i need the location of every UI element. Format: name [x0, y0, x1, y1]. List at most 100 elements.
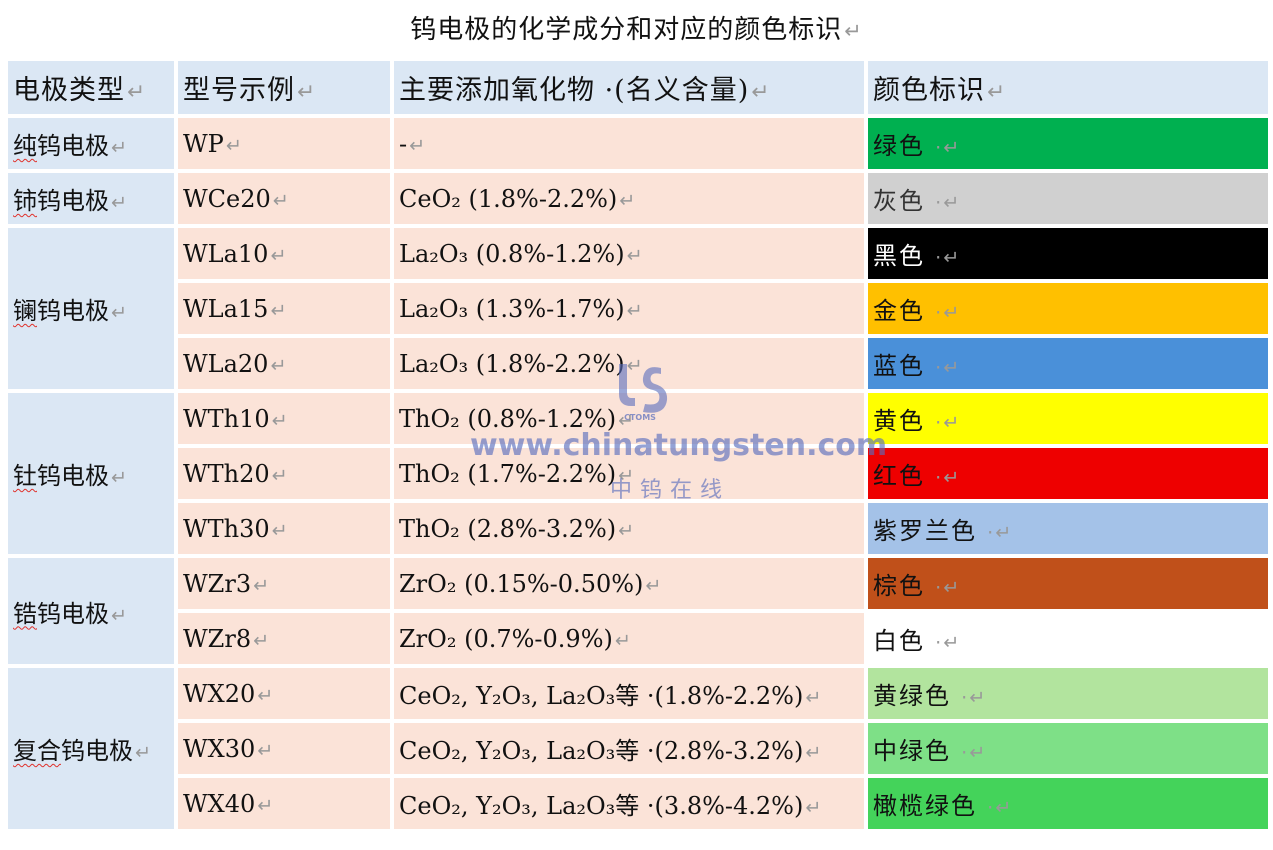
paragraph-mark-icon: ↵ [271, 463, 288, 487]
paragraph-mark-icon: ·↵ [927, 466, 962, 489]
composition-cell: CeO₂, Y₂O₃, La₂O₃等 ·(2.8%-3.2%) ↵ [394, 723, 864, 774]
model-cell: WZr3 ↵ [178, 558, 390, 609]
electrode-type-label: 锆钨电极 [13, 599, 109, 628]
paragraph-mark-icon: ↵ [225, 133, 242, 157]
paragraph-mark-icon: ↵ [270, 353, 287, 377]
paragraph-mark-icon: ↵ [111, 603, 128, 627]
color-id-cell: 红色 ·↵ [868, 448, 1268, 499]
table-row: 复合钨电极 ↵ WX20 ↵ CeO₂, Y₂O₃, La₂O₃等 ·(1.8%-2.2… [8, 668, 1268, 829]
color-name-label: 绿色 [873, 132, 925, 160]
header-row: 电极类型↵ 型号示例↵ 主要添加氧化物 ·(名义含量)↵ 颜色标识↵ [8, 61, 1268, 114]
model-label: WZr8 [183, 624, 252, 653]
paragraph-mark-icon: ↵ [805, 796, 822, 819]
composition-cell: ThO₂ (1.7%-2.2%) ↵ [394, 448, 864, 499]
color-name-label: 橄榄绿色 [873, 792, 977, 820]
table-row: 镧钨电极 ↵ WLa10 ↵ La₂O₃ (0.8%-1.2%) ↵ 黑色 ·↵ [8, 228, 1268, 389]
page-title: 钨电极的化学成分和对应的颜色标识↵ [0, 10, 1273, 50]
paragraph-mark-icon: ↵ [127, 80, 147, 105]
color-id-cell: 紫罗兰色 ·↵ [868, 503, 1268, 554]
electrode-type-label: 纯钨电极 [13, 132, 109, 160]
composition-label: ZrO₂ (0.7%-0.9%) [399, 624, 613, 653]
paragraph-mark-icon: ↵ [626, 298, 643, 322]
color-name-label: 黑色 [873, 242, 925, 270]
color-name-label: 紫罗兰色 [873, 517, 977, 545]
table-row: 锆钨电极 ↵ WZr3 ↵ ZrO₂ (0.15%-0.50%) ↵ 棕色 ·↵ [8, 558, 1268, 664]
color-id-cell: 黑色 ·↵ [868, 228, 1268, 279]
paragraph-mark-icon: ↵ [111, 191, 128, 214]
paragraph-mark-icon: ↵ [111, 301, 128, 324]
paragraph-mark-icon: ↵ [111, 136, 128, 159]
composition-label: - [399, 129, 408, 158]
table-row: WLa15 ↵ La₂O₃ (1.3%-1.7%) ↵ 金色 ·↵ [8, 283, 1268, 334]
composition-label: CeO₂, Y₂O₃, La₂O₃等 ·(1.8%-2.2%) [399, 682, 804, 710]
color-id-cell: 黄绿色 ·↵ [868, 668, 1268, 719]
color-id-cell: 橄榄绿色 ·↵ [868, 778, 1268, 829]
color-name-label: 黄绿色 [873, 682, 951, 710]
paragraph-mark-icon: ↵ [805, 686, 822, 709]
paragraph-mark-icon: ·↵ [927, 631, 962, 654]
color-name-label: 棕色 [873, 572, 925, 600]
electrode-type-cell: 镧钨电极 ↵ [8, 228, 174, 389]
header-cell-model: 型号示例↵ [178, 61, 390, 114]
composition-label: ThO₂ (1.7%-2.2%) [399, 459, 617, 488]
electrode-type-label: 铈钨电极 [13, 187, 109, 215]
title-text: 钨电极的化学成分和对应的颜色标识 [410, 15, 843, 45]
paragraph-mark-icon: ↵ [272, 188, 289, 212]
color-name-label: 蓝色 [873, 352, 925, 380]
color-name-label: 红色 [873, 462, 925, 490]
paragraph-mark-icon: ↵ [297, 80, 317, 105]
color-name-label: 白色 [873, 627, 925, 655]
paragraph-mark-icon: ↵ [257, 793, 274, 817]
model-cell: WP ↵ [178, 118, 390, 169]
electrode-type-cell: 铈钨电极 ↵ [8, 173, 174, 224]
paragraph-mark-icon: ↵ [111, 466, 128, 489]
composition-cell: CeO₂ (1.8%-2.2%) ↵ [394, 173, 864, 224]
table-row: 钍钨电极 ↵ WTh10 ↵ ThO₂ (0.8%-1.2%) ↵ 黄色 ·↵ [8, 393, 1268, 554]
color-name-label: 中绿色 [873, 737, 951, 765]
composition-label: CeO₂, Y₂O₃, La₂O₃等 ·(3.8%-4.2%) [399, 792, 804, 820]
composition-label: La₂O₃ (1.8%-2.2%) [399, 349, 625, 378]
paragraph-mark-icon: ·↵ [953, 686, 988, 709]
paragraph-mark-icon: ·↵ [979, 521, 1014, 544]
table-row: WLa20 ↵ La₂O₃ (1.8%-2.2%) ↵ 蓝色 ·↵ [8, 338, 1268, 389]
paragraph-mark-icon: ↵ [751, 80, 771, 105]
header-cell-color: 颜色标识↵ [868, 61, 1268, 114]
model-cell: WLa20 ↵ [178, 338, 390, 389]
table-row: 纯钨电极 ↵ WP ↵ - ↵ 绿色 ·↵ [8, 118, 1268, 169]
paragraph-mark-icon: ·↵ [927, 246, 962, 269]
composition-cell: ThO₂ (0.8%-1.2%) ↵ [394, 393, 864, 444]
composition-cell: ZrO₂ (0.7%-0.9%) ↵ [394, 613, 864, 664]
paragraph-mark-icon: ↵ [270, 243, 287, 267]
color-id-cell: 中绿色 ·↵ [868, 723, 1268, 774]
model-label: WX40 [183, 789, 256, 818]
model-label: WLa15 [183, 294, 269, 323]
color-id-cell: 绿色 ·↵ [868, 118, 1268, 169]
composition-label: La₂O₃ (0.8%-1.2%) [399, 239, 625, 268]
paragraph-mark-icon: ·↵ [953, 741, 988, 764]
electrode-type-cell: 复合钨电极 ↵ [8, 668, 174, 829]
model-label: WTh20 [183, 459, 270, 488]
table-row: 铈钨电极 ↵ WCe20 ↵ CeO₂ (1.8%-2.2%) ↵ 灰色 ·↵ [8, 173, 1268, 224]
composition-cell: CeO₂, Y₂O₃, La₂O₃等 ·(1.8%-2.2%) ↵ [394, 668, 864, 719]
electrode-table: 电极类型↵ 型号示例↵ 主要添加氧化物 ·(名义含量)↵ 颜色标识↵ 纯钨电极 ↵… [4, 57, 1272, 833]
color-id-cell: 黄色 ·↵ [868, 393, 1268, 444]
composition-label: CeO₂, Y₂O₃, La₂O₃等 ·(2.8%-3.2%) [399, 737, 804, 765]
electrode-type-label: 钍钨电极 [13, 462, 109, 490]
model-cell: WLa15 ↵ [178, 283, 390, 334]
paragraph-mark-icon: ↵ [257, 683, 274, 707]
composition-cell: CeO₂, Y₂O₃, La₂O₃等 ·(3.8%-4.2%) ↵ [394, 778, 864, 829]
color-id-cell: 棕色 ·↵ [868, 558, 1268, 609]
header-cell-type: 电极类型↵ [8, 61, 174, 114]
color-id-cell: 白色 ·↵ [868, 613, 1268, 664]
header-cell-composition: 主要添加氧化物 ·(名义含量)↵ [394, 61, 864, 114]
paragraph-mark-icon: ↵ [257, 738, 274, 762]
paragraph-mark-icon: ·↵ [927, 136, 962, 159]
table-row: WZr8 ↵ ZrO₂ (0.7%-0.9%) ↵ 白色 ·↵ [8, 613, 1268, 664]
paragraph-mark-icon: ·↵ [927, 356, 962, 379]
composition-label: ZrO₂ (0.15%-0.50%) [399, 569, 644, 598]
composition-cell: La₂O₃ (1.3%-1.7%) ↵ [394, 283, 864, 334]
composition-label: La₂O₃ (1.3%-1.7%) [399, 294, 625, 323]
model-label: WLa20 [183, 349, 269, 378]
paragraph-mark-icon: ↵ [987, 80, 1007, 105]
composition-label: ThO₂ (0.8%-1.2%) [399, 404, 617, 433]
